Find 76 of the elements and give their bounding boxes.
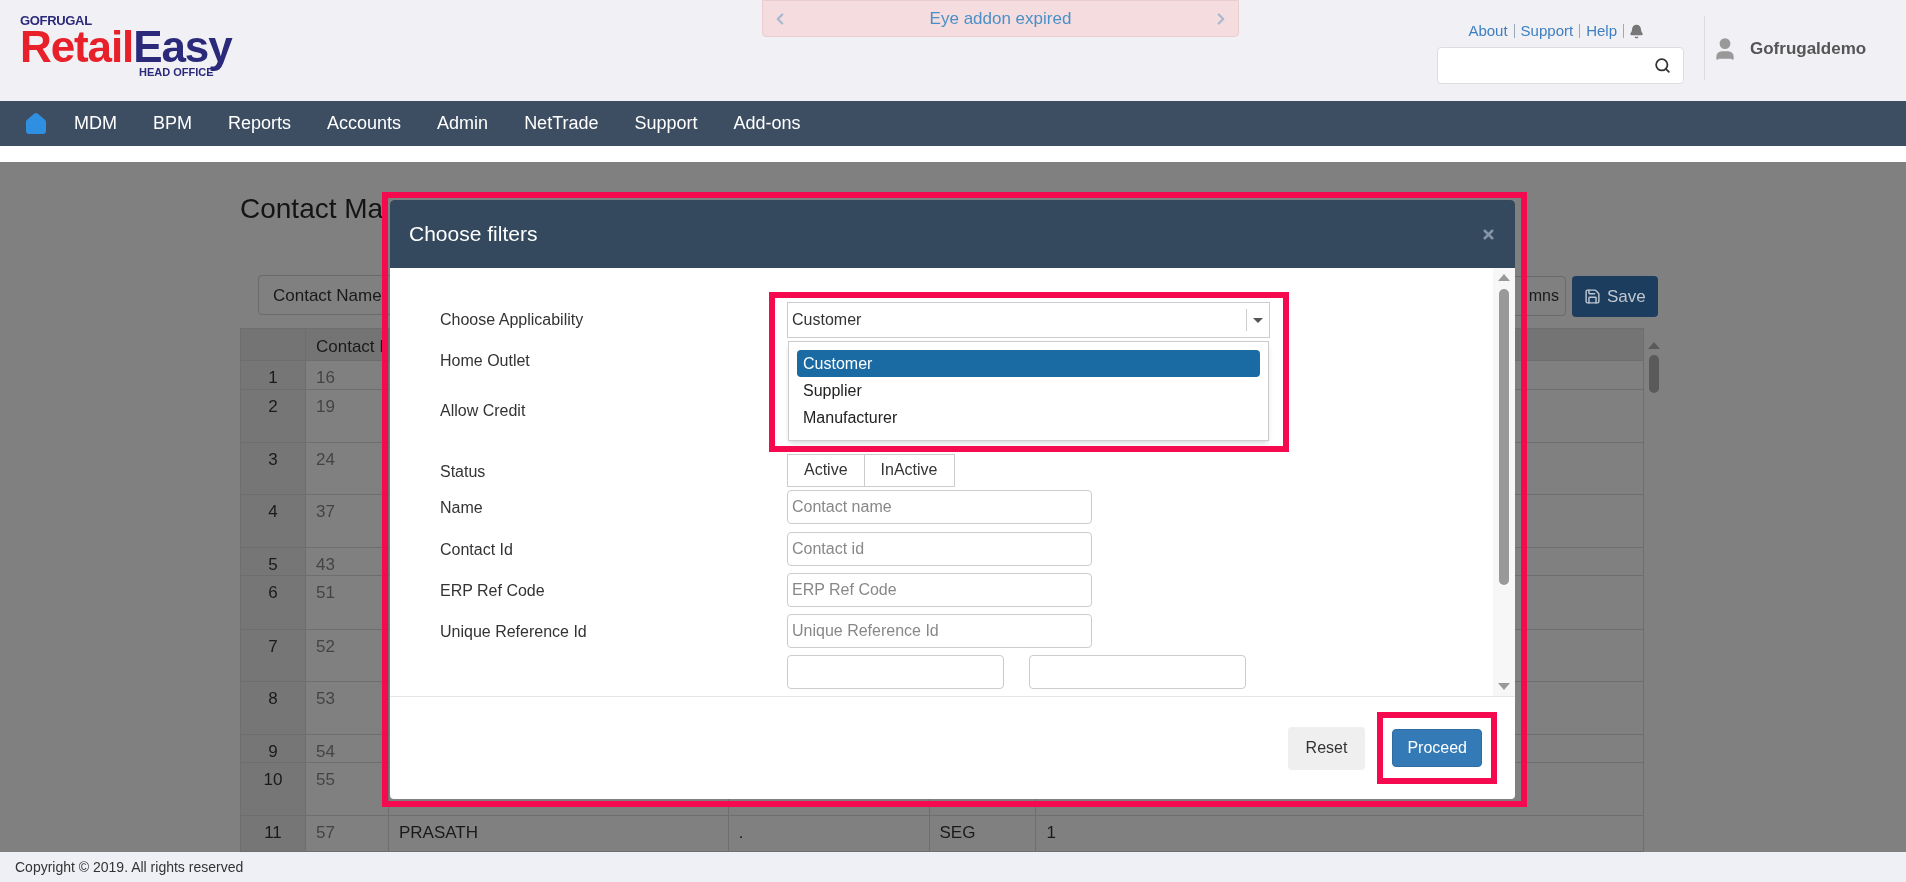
table-cell: 55 (315, 770, 335, 789)
filter-input[interactable]: Unique Reference Id (787, 613, 1092, 648)
user-name[interactable]: Gofrugaldemo (1750, 36, 1867, 62)
search-icon[interactable] (1654, 56, 1671, 74)
table-cell: 1 (1046, 823, 1056, 842)
table-cell: 24 (315, 450, 335, 469)
logo-brand: GOFRUGAL (20, 14, 93, 27)
filter-input[interactable]: Contact id (787, 531, 1092, 566)
applicability-select[interactable]: Customer (787, 302, 1270, 338)
logo-product: RetailEasy (20, 25, 232, 69)
status-toggle[interactable]: InActive (863, 453, 955, 487)
row-number: 4 (268, 502, 278, 521)
field-label: Unique Reference Id (440, 621, 588, 642)
dialog-title: Choose filters (409, 221, 538, 248)
menu-item[interactable]: NetTrade (506, 110, 617, 137)
row-number: 6 (268, 583, 278, 602)
page-title: Contact Ma (240, 193, 384, 224)
row-number: 5 (268, 555, 278, 574)
row-number: 8 (268, 689, 278, 708)
save-icon (1584, 288, 1601, 305)
table-cell: SEG (939, 823, 976, 842)
row-number: 9 (268, 742, 278, 761)
field-label: Name (440, 498, 484, 519)
copyright-text: Copyright © 2019. All rights reserved (15, 857, 244, 877)
filter-input[interactable]: ERP Ref Code (787, 572, 1092, 607)
row-number: 2 (268, 397, 278, 416)
field-label: Choose Applicability (440, 310, 585, 330)
close-icon[interactable] (1481, 226, 1496, 242)
table-cell: 51 (315, 583, 335, 602)
menu-item[interactable]: BPM (135, 110, 210, 137)
home-icon[interactable] (24, 111, 48, 136)
save-button[interactable]: Save (1572, 276, 1658, 317)
column-header: Contact I (315, 337, 384, 356)
header-link[interactable]: About (1462, 20, 1514, 43)
header-link[interactable]: Support (1514, 20, 1580, 43)
table-cell: 19 (315, 397, 335, 416)
row-number: 1 (268, 368, 278, 387)
table-cell: 43 (315, 555, 335, 574)
menu-item[interactable]: Accounts (309, 110, 420, 137)
row-number: 3 (268, 450, 278, 469)
menu-item[interactable]: Support (616, 110, 716, 137)
scrollbar[interactable] (1493, 268, 1515, 696)
search-field[interactable] (1437, 46, 1684, 84)
table-cell: 52 (315, 637, 335, 656)
dropdown-option[interactable]: Manufacturer (797, 404, 1260, 432)
table-cell: 16 (315, 368, 335, 387)
banner-message: Eye addon expired (929, 7, 1072, 30)
table-scrollbar[interactable] (1648, 342, 1660, 393)
status-toggle[interactable]: Active (787, 453, 865, 487)
header-link[interactable]: Help (1580, 20, 1623, 43)
reset-button[interactable]: Reset (1287, 726, 1366, 770)
range-input[interactable] (787, 654, 1004, 689)
table-cell: 54 (315, 742, 335, 761)
filter-input[interactable]: Contact name (787, 490, 1092, 525)
table-cell: 57 (315, 823, 335, 842)
dropdown-option[interactable]: Customer (797, 350, 1260, 378)
row-number: 11 (264, 823, 282, 842)
menu-item[interactable]: Add-ons (715, 110, 819, 137)
range-input[interactable] (1029, 654, 1246, 689)
proceed-button[interactable]: Proceed (1392, 729, 1482, 767)
dropdown-option[interactable]: Supplier (797, 377, 1260, 405)
notification-icon[interactable] (1629, 23, 1644, 39)
field-label: Status (440, 461, 487, 482)
row-number: 7 (268, 637, 278, 656)
table-cell: . (738, 823, 744, 842)
table-cell: 53 (315, 689, 335, 708)
menu-item[interactable]: MDM (56, 110, 135, 137)
menu-item[interactable]: Reports (210, 110, 310, 137)
field-label: Home Outlet (440, 351, 531, 372)
field-label: ERP Ref Code (440, 580, 546, 601)
table-cell: 37 (315, 502, 335, 521)
field-label: Contact Id (440, 539, 514, 560)
table-cell: PRASATH (398, 823, 478, 842)
menu-item[interactable]: Admin (419, 110, 507, 137)
row-number: 10 (263, 770, 283, 789)
field-label: Allow Credit (440, 400, 527, 421)
